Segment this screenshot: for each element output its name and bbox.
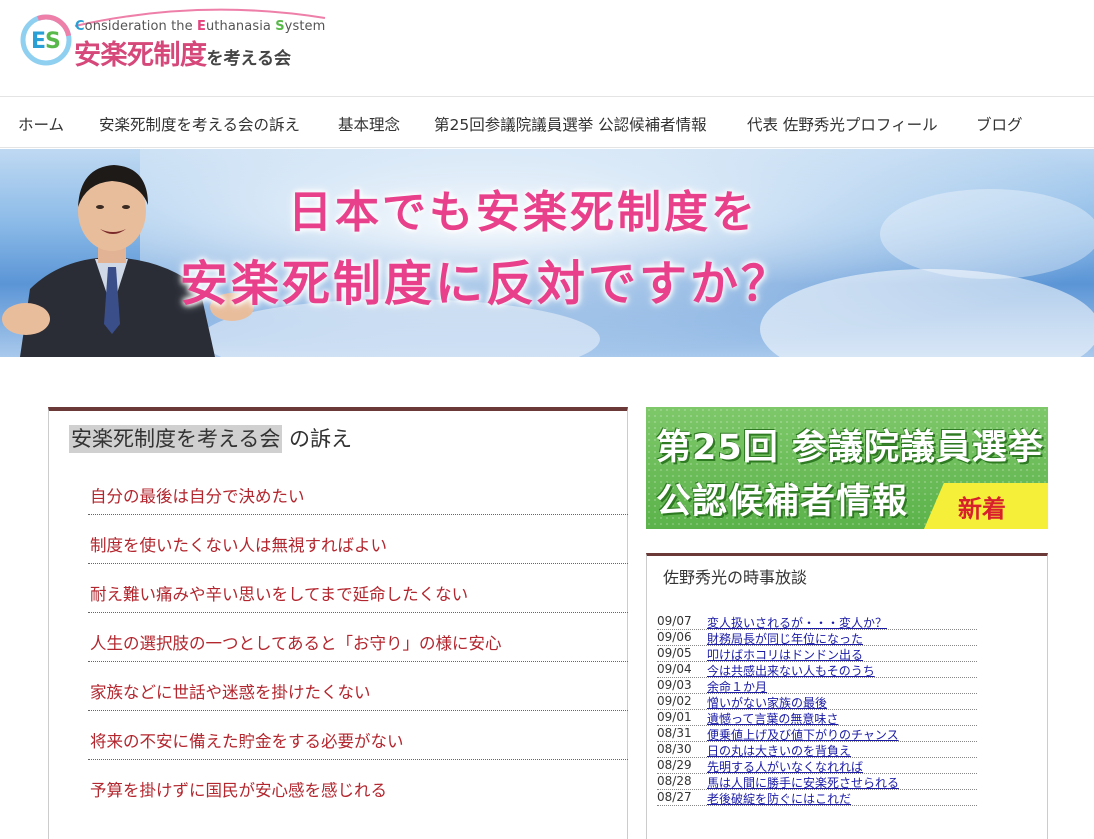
- appeal-item[interactable]: 将来の不安に備えた貯金をする必要がない: [88, 724, 628, 760]
- news-row: 09/04 今は共感出来ない人もそのうち: [657, 662, 977, 678]
- news-row: 08/27 老後破綻を防ぐにはこれだ: [657, 790, 977, 806]
- appeal-item-text: 自分の最後は自分で決めたい: [90, 487, 305, 506]
- news-row: 08/30 日の丸は大きいのを背負え: [657, 742, 977, 758]
- svg-text:E: E: [31, 29, 46, 54]
- logo-jp-big: 安楽死制度: [74, 40, 207, 71]
- news-row: 09/01 遺憾って言葉の無意味さ: [657, 710, 977, 726]
- news-row: 09/03 余命１か月: [657, 678, 977, 694]
- nav-item-appeal[interactable]: 安楽死制度を考える会の訴え: [99, 113, 300, 135]
- site-header: E S Consideration the Euthanasia System …: [0, 0, 1094, 96]
- appeal-item[interactable]: 予算を掛けずに国民が安心感を感じれる: [88, 773, 628, 809]
- news-link[interactable]: 馬は人間に勝手に安楽死させられる: [707, 774, 899, 791]
- news-date: 08/31: [657, 726, 692, 740]
- news-date: 09/02: [657, 694, 692, 708]
- appeal-item-text: 予算を掛けずに国民が安心感を感じれる: [90, 781, 387, 800]
- news-link[interactable]: 便乗値上げ及び値下がりのチャンス: [707, 726, 899, 743]
- news-date: 09/01: [657, 710, 692, 724]
- nav-item-philosophy[interactable]: 基本理念: [338, 113, 400, 135]
- logo-letter-e: E: [196, 19, 206, 34]
- logo-japanese-text[interactable]: 安楽死制度を考える会: [74, 33, 291, 72]
- news-row: 09/05 叩けばホコリはドンドン出る: [657, 646, 977, 662]
- appeal-item-text: 人生の選択肢の一つとしてあると「お守り」の様に安心: [90, 634, 502, 653]
- logo-jp-small: を考える会: [206, 49, 292, 69]
- news-row: 08/29 先明する人がいなくなれれば: [657, 758, 977, 774]
- appeal-item-text: 家族などに世話や迷惑を掛けたくない: [90, 683, 371, 702]
- news-link[interactable]: 余命１か月: [707, 678, 767, 695]
- news-link[interactable]: 老後破綻を防ぐにはこれだ: [707, 790, 851, 807]
- appeal-item-text: 将来の不安に備えた貯金をする必要がない: [90, 732, 404, 751]
- appeal-item[interactable]: 制度を使いたくない人は無視すればよい: [88, 528, 628, 564]
- appeal-item[interactable]: 家族などに世話や迷惑を掛けたくない: [88, 675, 628, 711]
- logo-letter-s: S: [275, 19, 285, 34]
- news-link[interactable]: 日の丸は大きいのを背負え: [707, 742, 851, 759]
- appeal-item-text: 耐え難い痛みや辛い思いをしてまで延命したくない: [90, 585, 469, 604]
- logo-text-part: uthanasia: [205, 19, 276, 34]
- news-box: 佐野秀光の時事放談 09/07 変人扱いされるが・・・変人か？ 09/06 財務局長…: [646, 553, 1048, 839]
- news-date: 09/03: [657, 678, 692, 692]
- news-row: 08/31 便乗値上げ及び値下がりのチャンス: [657, 726, 977, 742]
- news-date: 09/06: [657, 630, 692, 644]
- news-link[interactable]: 先明する人がいなくなれれば: [707, 758, 863, 775]
- svg-text:S: S: [45, 29, 61, 54]
- news-row: 08/28 馬は人間に勝手に安楽死させられる: [657, 774, 977, 790]
- appeal-item[interactable]: 自分の最後は自分で決めたい: [88, 479, 628, 515]
- news-title: 佐野秀光の時事放談: [663, 568, 808, 587]
- hero-headline-line1: 日本でも安楽死制度を: [288, 187, 758, 238]
- appeal-item-text: 制度を使いたくない人は無視すればよい: [90, 536, 387, 555]
- main-nav: ホーム 安楽死制度を考える会の訴え 基本理念 第25回参議院議員選挙 公認候補者…: [0, 96, 1094, 148]
- news-date: 08/28: [657, 774, 692, 788]
- banner-line1: 第25回 参議院議員選挙: [656, 428, 1044, 468]
- news-link[interactable]: 憎いがない家族の最後: [707, 694, 827, 711]
- news-link[interactable]: 財務局長が同じ年位になった: [707, 630, 863, 647]
- appeal-item[interactable]: 人生の選択肢の一つとしてあると「お守り」の様に安心: [88, 626, 628, 662]
- news-date: 09/07: [657, 614, 692, 628]
- news-link[interactable]: 叩けばホコリはドンドン出る: [707, 646, 863, 663]
- logo-english-text: Consideration the Euthanasia System: [75, 19, 325, 34]
- news-date: 09/05: [657, 646, 692, 660]
- appeal-box: 安楽死制度を考える会 の訴え 自分の最後は自分で決めたい 制度を使いたくない人は…: [48, 407, 628, 839]
- new-badge-text: 新着: [958, 495, 1006, 523]
- hero-headline-line2: 安楽死制度に反対ですか？: [180, 256, 793, 312]
- appeal-title-rest: の訴え: [282, 427, 353, 451]
- logo-letter-c: C: [75, 19, 85, 34]
- banner-line2: 公認候補者情報: [656, 482, 909, 522]
- appeal-item[interactable]: 耐え難い痛みや辛い思いをしてまで延命したくない: [88, 577, 628, 613]
- appeal-title-highlight: 安楽死制度を考える会: [69, 425, 283, 453]
- news-link[interactable]: 変人扱いされるが・・・変人か？: [707, 614, 887, 631]
- news-date: 08/27: [657, 790, 692, 804]
- news-date: 08/30: [657, 742, 692, 756]
- logo-cs-icon[interactable]: E S: [20, 14, 72, 66]
- nav-item-candidates[interactable]: 第25回参議院議員選挙 公認候補者情報: [434, 113, 707, 135]
- news-row: 09/06 財務局長が同じ年位になった: [657, 630, 977, 646]
- hero-cloud: [880, 189, 1094, 279]
- news-link[interactable]: 今は共感出来ない人もそのうち: [707, 662, 875, 679]
- news-link[interactable]: 遺憾って言葉の無意味さ: [707, 710, 838, 727]
- news-date: 09/04: [657, 662, 692, 676]
- nav-item-profile[interactable]: 代表 佐野秀光プロフィール: [747, 113, 938, 135]
- news-row: 09/02 憎いがない家族の最後: [657, 694, 977, 710]
- election-banner[interactable]: 第25回 参議院議員選挙 公認候補者情報 新着: [646, 407, 1048, 529]
- new-badge: 新着: [924, 483, 1048, 529]
- news-date: 08/29: [657, 758, 692, 772]
- appeal-title: 安楽死制度を考える会 の訴え: [69, 423, 352, 453]
- news-row: 09/07 変人扱いされるが・・・変人か？: [657, 614, 977, 630]
- nav-item-home[interactable]: ホーム: [18, 113, 64, 135]
- logo-text-part: ystem: [284, 19, 326, 34]
- nav-item-blog[interactable]: ブログ: [976, 113, 1023, 135]
- logo-text-part: onsideration the: [84, 19, 197, 34]
